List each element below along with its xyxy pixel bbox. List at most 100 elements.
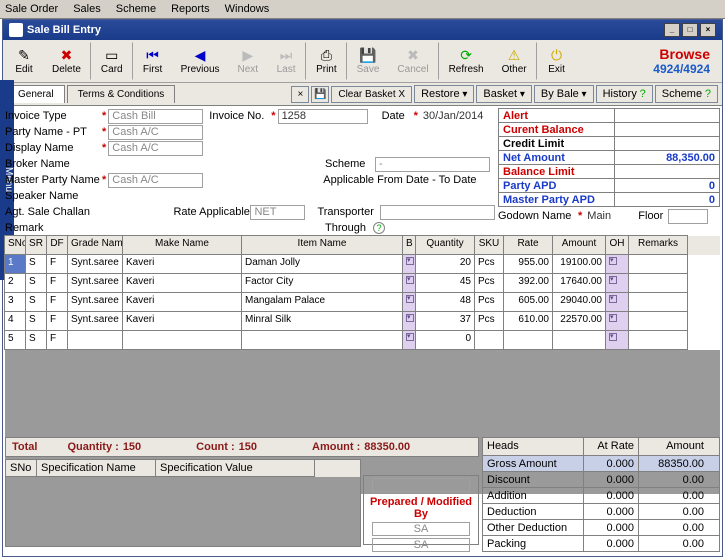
previous-button[interactable]: ◀Previous xyxy=(172,42,229,80)
master-party-input[interactable] xyxy=(108,173,203,188)
col-make[interactable]: Make Name xyxy=(122,235,242,255)
cancel-button[interactable]: ✖Cancel xyxy=(388,42,437,80)
table-row[interactable]: 4SFSynt.sareeKaveriMinral Silk37Pcs610.0… xyxy=(5,312,720,331)
rate-app-input[interactable] xyxy=(250,205,305,220)
basket-button[interactable]: Basket ▾ xyxy=(476,85,531,103)
col-sku[interactable]: SKU xyxy=(474,235,504,255)
display-name-label: Display Name xyxy=(5,142,100,154)
by-bale-button[interactable]: By Bale ▾ xyxy=(534,85,594,103)
heads-row[interactable]: Gross Amount0.00088350.00 xyxy=(482,455,720,472)
col-remarks[interactable]: Remarks xyxy=(628,235,688,255)
transporter-input[interactable] xyxy=(380,205,495,220)
heads-col-rate[interactable]: At Rate xyxy=(583,438,638,455)
spec-col-name[interactable]: Specification Name xyxy=(36,459,156,477)
col-oh[interactable]: OH xyxy=(605,235,629,255)
party-name-input[interactable] xyxy=(108,125,203,140)
scheme-input[interactable] xyxy=(375,157,490,172)
minimize-button[interactable]: _ xyxy=(664,23,680,37)
delete-button[interactable]: ✖Delete xyxy=(43,42,90,80)
table-row[interactable]: 5SF0 xyxy=(5,331,720,350)
card-icon: ▭ xyxy=(102,46,122,64)
print-button[interactable]: ⎙Print xyxy=(305,42,346,80)
through-label: Through xyxy=(325,222,373,234)
invoice-no-input[interactable] xyxy=(278,109,368,124)
display-name-input[interactable] xyxy=(108,141,203,156)
heads-row[interactable]: Other Deduction0.0000.00 xyxy=(482,519,720,536)
table-row[interactable]: 3SFSynt.sareeKaveriMangalam Palace48Pcs6… xyxy=(5,293,720,312)
close-button[interactable]: × xyxy=(700,23,716,37)
col-rate[interactable]: Rate xyxy=(503,235,553,255)
spec-col-value[interactable]: Specification Value xyxy=(155,459,315,477)
net-amount-label: Net Amount xyxy=(499,151,614,164)
col-sr[interactable]: SR xyxy=(25,235,47,255)
invoice-type-input[interactable] xyxy=(108,109,203,124)
refresh-button[interactable]: ⟳Refresh xyxy=(438,42,493,80)
col-b[interactable]: B xyxy=(402,235,416,255)
date-input[interactable] xyxy=(420,109,490,124)
heads-row[interactable]: Deduction0.0000.00 xyxy=(482,503,720,520)
heads-row[interactable]: Addition0.0000.00 xyxy=(482,487,720,504)
card-button[interactable]: ▭Card xyxy=(90,42,132,80)
tab-row: General Terms & Conditions × 💾 Clear Bas… xyxy=(3,83,722,106)
net-amount-value: 88,350.00 xyxy=(614,151,719,164)
godown-input[interactable] xyxy=(584,209,638,224)
balance-limit-label: Balance Limit xyxy=(499,165,614,178)
party-apd-label: Party APD xyxy=(499,179,614,192)
col-grade[interactable]: Grade Name xyxy=(67,235,123,255)
titlebar: Sale Bill Entry _ □ × xyxy=(3,20,722,40)
next-button[interactable]: ▶Next xyxy=(229,42,268,80)
exit-button[interactable]: ⏻Exit xyxy=(536,42,576,80)
close-small-button[interactable]: × xyxy=(291,86,309,103)
scheme-button[interactable]: Scheme ? xyxy=(655,85,718,103)
menu-sale-order[interactable]: Sale Order xyxy=(5,3,58,15)
menu-scheme[interactable]: Scheme xyxy=(116,3,156,15)
alert-label: Alert xyxy=(499,109,614,122)
heads-col-amount[interactable]: Amount xyxy=(638,438,708,455)
tab-general[interactable]: General xyxy=(7,85,65,103)
master-party-label: Master Party Name xyxy=(5,174,100,186)
clear-basket-button[interactable]: Clear Basket X xyxy=(331,86,412,103)
heads-col-heads[interactable]: Heads xyxy=(483,438,583,455)
tab-terms[interactable]: Terms & Conditions xyxy=(67,85,176,103)
master-party-apd-label: Master Party APD xyxy=(499,193,614,206)
col-qty[interactable]: Quantity xyxy=(415,235,475,255)
maximize-button[interactable]: □ xyxy=(682,23,698,37)
first-button[interactable]: ⏮First xyxy=(132,42,172,80)
col-item[interactable]: Item Name xyxy=(241,235,403,255)
agt-challan-label: Agt. Sale Challan xyxy=(5,206,96,218)
heads-row[interactable]: Discount0.0000.00 xyxy=(482,471,720,488)
help-icon[interactable]: ? xyxy=(373,222,385,234)
col-sno[interactable]: SNo xyxy=(4,235,26,255)
menu-reports[interactable]: Reports xyxy=(171,3,210,15)
prev-icon: ◀ xyxy=(190,46,210,64)
window-title: Sale Bill Entry xyxy=(27,24,101,36)
save-icon: 💾 xyxy=(358,46,378,64)
save-small-button[interactable]: 💾 xyxy=(311,86,329,103)
col-amount[interactable]: Amount xyxy=(552,235,606,255)
menu-sales[interactable]: Sales xyxy=(73,3,101,15)
save-button[interactable]: 💾Save xyxy=(346,42,389,80)
invoice-no-label: Invoice No. xyxy=(209,110,269,122)
other-button[interactable]: ⚠Other xyxy=(493,42,536,80)
restore-button[interactable]: Restore ▾ xyxy=(414,85,474,103)
print-icon: ⎙ xyxy=(316,46,336,64)
last-button[interactable]: ⏭Last xyxy=(267,42,305,80)
table-row[interactable]: 1SFSynt.sareeKaveriDaman Jolly20Pcs955.0… xyxy=(5,255,720,274)
current-balance-label: Curent Balance xyxy=(499,123,614,136)
prepared-by-2: SA xyxy=(372,538,470,552)
browse-indicator: Browse 4924/4924 xyxy=(643,42,720,80)
history-button[interactable]: History ? xyxy=(596,85,653,103)
form-area: Invoice Type* Invoice No.* Date* Party N… xyxy=(5,108,495,236)
date-label: Date xyxy=(382,110,412,122)
next-icon: ▶ xyxy=(238,46,258,64)
col-df[interactable]: DF xyxy=(46,235,68,255)
window: Sale Bill Entry _ □ × ✎Edit ✖Delete ▭Car… xyxy=(2,19,723,557)
spec-col-sno[interactable]: SNo xyxy=(5,459,37,477)
prepared-by-1: SA xyxy=(372,522,470,536)
menu-windows[interactable]: Windows xyxy=(225,3,270,15)
menubar: Sale Order Sales Scheme Reports Windows xyxy=(0,0,725,19)
last-icon: ⏭ xyxy=(276,46,296,64)
floor-input[interactable] xyxy=(668,209,708,224)
edit-button[interactable]: ✎Edit xyxy=(5,42,43,80)
table-row[interactable]: 2SFSynt.sareeKaveriFactor City45Pcs392.0… xyxy=(5,274,720,293)
